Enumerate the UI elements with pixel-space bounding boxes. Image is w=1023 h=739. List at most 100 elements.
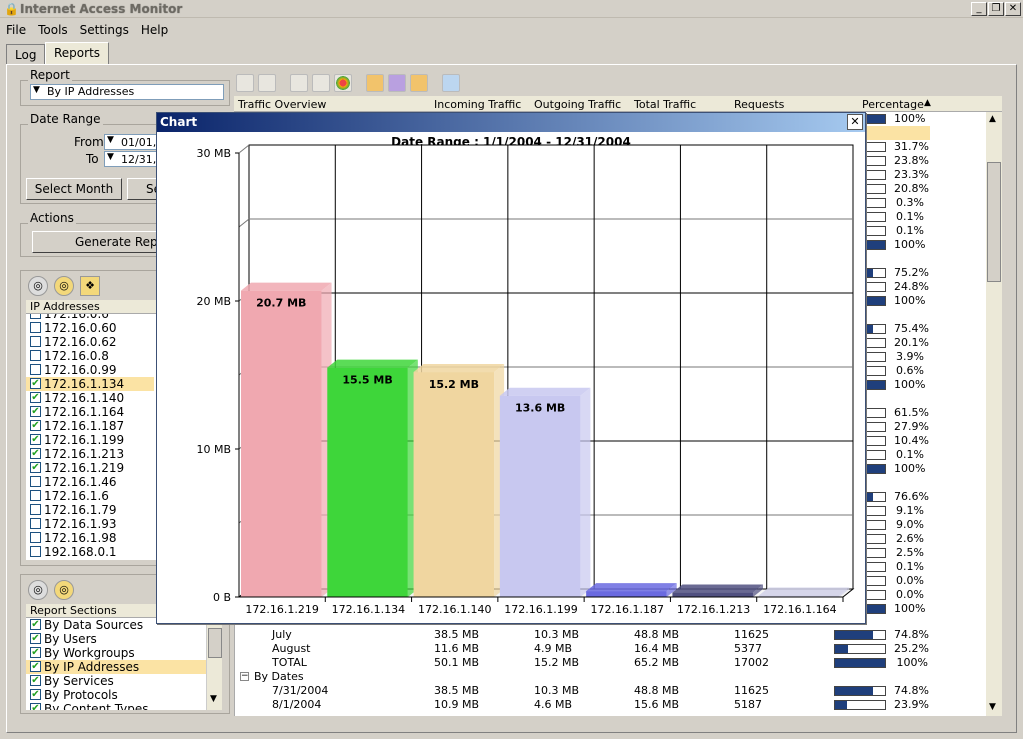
checkbox[interactable]: ✔ [30, 462, 41, 473]
checkbox[interactable]: ✔ [30, 689, 41, 700]
table-row[interactable]: 7/31/2004 38.5 MB 10.3 MB 48.8 MB 11625 74.8% [236, 684, 996, 698]
ip-list-item[interactable]: 172.16.0.99 [26, 363, 154, 377]
menu-file[interactable]: File [0, 20, 32, 37]
ip-list-item[interactable]: 172.16.1.46 [26, 475, 154, 489]
col-outgoing[interactable]: Outgoing Traffic [534, 98, 621, 111]
col-percentage[interactable]: Percentage [862, 98, 924, 111]
check-all-sections-icon[interactable]: ◎ [28, 580, 48, 600]
checkbox[interactable]: ✔ [30, 647, 41, 658]
ip-list-item[interactable]: 172.16.1.79 [26, 503, 154, 517]
invert-selection-icon[interactable]: ❖ [80, 276, 100, 296]
generate-report-button[interactable]: Generate Report [32, 231, 159, 253]
table-row[interactable]: August 11.6 MB 4.9 MB 16.4 MB 5377 25.2% [236, 642, 996, 656]
restore-button[interactable]: ❐ [988, 2, 1004, 16]
scroll-down-icon[interactable]: ▼ [210, 694, 217, 704]
checkbox[interactable]: ✔ [30, 448, 41, 459]
tree-collapse-icon[interactable]: − [240, 672, 249, 681]
ip-list-item[interactable]: ✔ 172.16.1.164 [26, 405, 154, 419]
checkbox[interactable]: ✔ [30, 633, 41, 644]
checkbox[interactable] [30, 350, 41, 361]
check-all-icon[interactable]: ◎ [28, 276, 48, 296]
save-report-icon[interactable] [410, 74, 428, 92]
export-icon[interactable] [366, 74, 384, 92]
checkbox[interactable] [30, 314, 41, 319]
ip-list-item[interactable]: ✔ 172.16.1.199 [26, 433, 154, 447]
menu-settings[interactable]: Settings [74, 20, 135, 37]
col-requests[interactable]: Requests [734, 98, 784, 111]
table-view-icon[interactable] [290, 74, 308, 92]
table-row[interactable]: July 38.5 MB 10.3 MB 48.8 MB 11625 74.8% [236, 628, 996, 642]
print-icon[interactable] [388, 74, 406, 92]
menu-help[interactable]: Help [135, 20, 174, 37]
ip-list-item[interactable]: 172.16.1.98 [26, 531, 154, 545]
select-button[interactable]: Se [127, 178, 161, 200]
ip-list-item[interactable]: 192.168.0.1 [26, 545, 154, 559]
checkbox[interactable]: ✔ [30, 675, 41, 686]
pie-chart-icon[interactable] [334, 74, 352, 92]
tab-reports[interactable]: Reports [45, 42, 110, 65]
checkbox[interactable]: ✔ [30, 378, 41, 389]
checkbox[interactable]: ✔ [30, 661, 41, 672]
ip-list-item[interactable]: 172.16.0.62 [26, 335, 154, 349]
ip-list-item[interactable]: ✔ 172.16.1.219 [26, 461, 154, 475]
from-date-field[interactable]: ▼ 01/01, [104, 134, 158, 150]
col-incoming[interactable]: Incoming Traffic [434, 98, 521, 111]
checkbox[interactable] [30, 476, 41, 487]
ip-list-item[interactable]: ✔ 172.16.1.187 [26, 419, 154, 433]
checkbox[interactable]: ✔ [30, 420, 41, 431]
uncheck-all-icon[interactable]: ◎ [54, 276, 74, 296]
table-row[interactable]: TOTAL 50.1 MB 15.2 MB 65.2 MB 17002 100% [236, 656, 996, 670]
percentage-text: 2.6% [896, 532, 924, 545]
table-row[interactable]: By Dates [236, 670, 996, 684]
forward-icon[interactable] [258, 74, 276, 92]
report-section-item[interactable]: ✔ By IP Addresses [26, 660, 206, 674]
checkbox[interactable] [30, 518, 41, 529]
report-section-item[interactable]: ✔ By Users [26, 632, 206, 646]
ip-list-item[interactable]: 172.16.1.6 [26, 489, 154, 503]
ip-list-item[interactable]: ✔ 172.16.1.213 [26, 447, 154, 461]
checkbox[interactable] [30, 364, 41, 375]
sections-scroll-thumb[interactable] [208, 628, 222, 658]
checkbox[interactable] [30, 490, 41, 501]
report-section-item[interactable]: ✔ By Services [26, 674, 206, 688]
find-icon[interactable] [442, 74, 460, 92]
ip-list-item[interactable]: ✔ 172.16.1.134 [26, 377, 154, 391]
ip-list-item[interactable]: 172.16.0.60 [26, 321, 154, 335]
menu-tools[interactable]: Tools [32, 20, 74, 37]
bar-chart-icon[interactable] [312, 74, 330, 92]
table-scrollbar[interactable]: ▲ ▼ [986, 112, 1002, 716]
report-section-item[interactable]: ✔ By Content Types [26, 702, 206, 710]
checkbox[interactable]: ✔ [30, 434, 41, 445]
checkbox[interactable]: ✔ [30, 392, 41, 403]
scroll-up-icon[interactable]: ▲ [989, 114, 996, 124]
ip-list-item[interactable]: ✔ 172.16.1.140 [26, 391, 154, 405]
ip-list-item[interactable]: 172.16.1.93 [26, 517, 154, 531]
table-row[interactable]: 8/1/2004 10.9 MB 4.6 MB 15.6 MB 5187 23.9% [236, 698, 996, 712]
report-section-item[interactable]: ✔ By Protocols [26, 688, 206, 702]
checkbox[interactable]: ✔ [30, 406, 41, 417]
ip-list-item[interactable]: 172.16.0.8 [26, 349, 154, 363]
uncheck-all-sections-icon[interactable]: ◎ [54, 580, 74, 600]
checkbox[interactable] [30, 504, 41, 515]
table-scroll-thumb[interactable] [987, 162, 1001, 282]
report-section-item[interactable]: ✔ By Workgroups [26, 646, 206, 660]
checkbox[interactable]: ✔ [30, 619, 41, 630]
checkbox[interactable] [30, 322, 41, 333]
col-traffic-overview[interactable]: Traffic Overview [238, 98, 326, 111]
select-month-button[interactable]: Select Month [26, 178, 122, 200]
col-total[interactable]: Total Traffic [634, 98, 696, 111]
back-icon[interactable] [236, 74, 254, 92]
close-button[interactable]: ✕ [1005, 2, 1021, 16]
bar-top [499, 387, 591, 396]
checkbox[interactable] [30, 546, 41, 557]
scroll-down-icon[interactable]: ▼ [989, 702, 996, 712]
minimize-button[interactable]: _ [971, 2, 987, 16]
report-select[interactable]: ▼ By IP Addresses [30, 84, 224, 100]
sections-scrollbar[interactable]: ▼ [206, 618, 222, 710]
checkbox[interactable] [30, 532, 41, 543]
tab-log[interactable]: Log [6, 44, 46, 64]
checkbox[interactable] [30, 336, 41, 347]
ip-list-item[interactable]: 172.16.0.6 [26, 314, 154, 321]
to-date-field[interactable]: ▼ 12/31, [104, 151, 158, 167]
checkbox[interactable]: ✔ [30, 703, 41, 710]
